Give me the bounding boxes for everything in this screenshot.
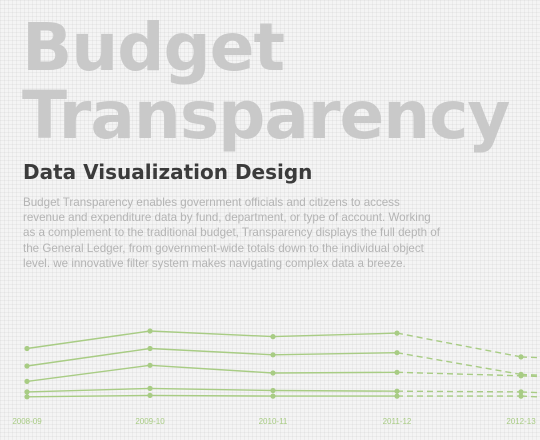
data-point-s2-2009-10	[147, 345, 153, 352]
data-point-s5-2011-12	[394, 393, 400, 399]
series-line-3	[26, 364, 398, 383]
budget-line-chart: 2008-09 2009-10 2010-11 2011-12 2012-13	[12, 328, 540, 426]
x-tick-label-2011-12: 2011-12	[383, 417, 412, 426]
series-projection-stub-4	[520, 391, 540, 394]
series-projection-2	[396, 352, 522, 376]
data-point-s4-2010-11	[270, 387, 276, 394]
data-point-s3-2008-09	[24, 378, 30, 384]
data-point-s2-2011-12	[394, 350, 400, 356]
data-point-s1-2011-12	[394, 330, 400, 336]
x-tick-label-2012-13: 2012-13	[506, 417, 536, 426]
data-point-s4-2009-10	[147, 385, 153, 391]
data-point-s5-2008-09	[24, 394, 30, 400]
series-projection-1	[396, 332, 522, 358]
series-projection-stub-3	[520, 375, 540, 378]
x-tick-label-2010-11: 2010-11	[259, 417, 288, 426]
series-projection-stub-5	[520, 395, 540, 398]
data-point-s5-2010-11	[270, 393, 276, 399]
data-point-s2-2010-11	[270, 352, 276, 358]
x-tick-label-2009-10: 2009-10	[135, 417, 165, 426]
data-point-s4-2011-12	[394, 388, 400, 394]
series-projection-4	[396, 390, 522, 393]
data-point-s1-2012-13	[518, 354, 524, 360]
series-projection-3	[396, 371, 522, 377]
data-point-s1-2008-09	[24, 345, 30, 352]
x-tick-label-2008-09: 2008-09	[12, 417, 42, 426]
data-point-s1-2009-10	[147, 328, 153, 334]
series-line-1	[26, 330, 398, 350]
data-point-s1-2010-11	[270, 334, 276, 340]
data-point-s3-2011-12	[394, 369, 400, 375]
data-point-s2-2008-09	[24, 363, 30, 369]
data-point-s5-2009-10	[147, 392, 153, 398]
data-point-s4-2008-09	[24, 389, 30, 395]
series-line-4	[26, 387, 398, 393]
series-line-2	[26, 347, 398, 367]
data-point-s3-2009-10	[147, 362, 153, 368]
data-point-s5-2012-13	[518, 393, 524, 399]
series-line-5	[26, 394, 397, 398]
data-point-s3-2010-11	[270, 370, 276, 376]
data-point-s3-2012-13	[518, 373, 524, 379]
series-projection-stub-1	[520, 356, 540, 359]
